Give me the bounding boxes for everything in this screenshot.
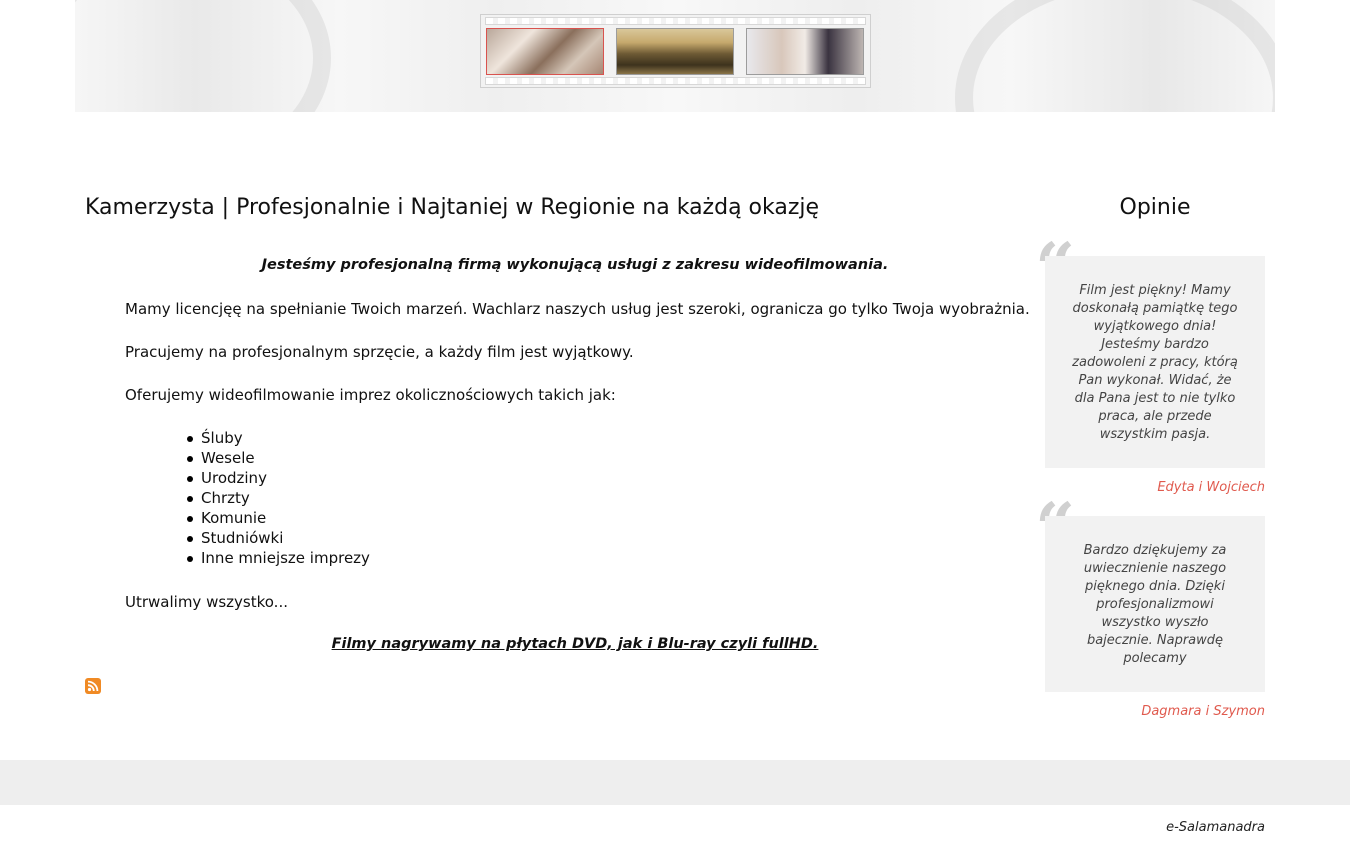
testimonial-author: Edyta i Wojciech [1157,480,1265,495]
rss-icon[interactable] [85,678,101,694]
paragraph-record-all: Utrwalimy wszystko... [125,593,288,611]
filmstrip-perforations [485,17,866,25]
testimonial-text: Bardzo dziękujemy za uwiecznienie naszeg… [1045,516,1265,692]
list-item: Urodziny [185,468,370,488]
filmstrip [480,14,871,88]
filmstrip-frame-couple[interactable] [746,28,864,75]
closing-line: Filmy nagrywamy na płytach DVD, jak i Bl… [125,636,1025,652]
list-item: Komunie [185,508,370,528]
list-item: Studniówki [185,528,370,548]
list-item: Wesele [185,448,370,468]
footer-credit[interactable]: e-Salamanadra [1045,820,1265,835]
lead-text: Jesteśmy profesjonalną firmą wykonującą … [261,257,889,273]
filmstrip-perforations [485,77,866,85]
filmstrip-frame-rings[interactable] [486,28,604,75]
testimonial-author: Dagmara i Szymon [1141,704,1265,719]
list-item: Chrzty [185,488,370,508]
list-item: Inne mniejsze imprezy [185,548,370,568]
rss-icon-glyph [87,680,99,692]
background-swirl [955,0,1275,112]
background-swirl [75,0,331,112]
paragraph-equipment: Pracujemy na profesjonalnym sprzęcie, a … [125,343,634,361]
testimonials-title: Opinie [1119,195,1191,220]
list-item: Śluby [185,428,370,448]
header-banner [75,0,1275,112]
dvd-bluray-link[interactable]: Filmy nagrywamy na płytach DVD, jak i Bl… [332,636,819,652]
events-list: Śluby Wesele Urodziny Chrzty Komunie Stu… [185,428,370,568]
page-title: Kamerzysta | Profesjonalnie i Najtaniej … [85,195,820,220]
footer-band [0,760,1350,805]
paragraph-license: Mamy licencjęę na spełnianie Twoich marz… [125,300,1030,318]
paragraph-offer: Oferujemy wideofilmowanie imprez okolicz… [125,386,616,404]
filmstrip-frame-party[interactable] [616,28,734,75]
page: Kamerzysta | Profesjonalnie i Najtaniej … [0,0,1350,850]
testimonial-text: Film jest piękny! Mamy doskonałą pamiątk… [1045,256,1265,468]
